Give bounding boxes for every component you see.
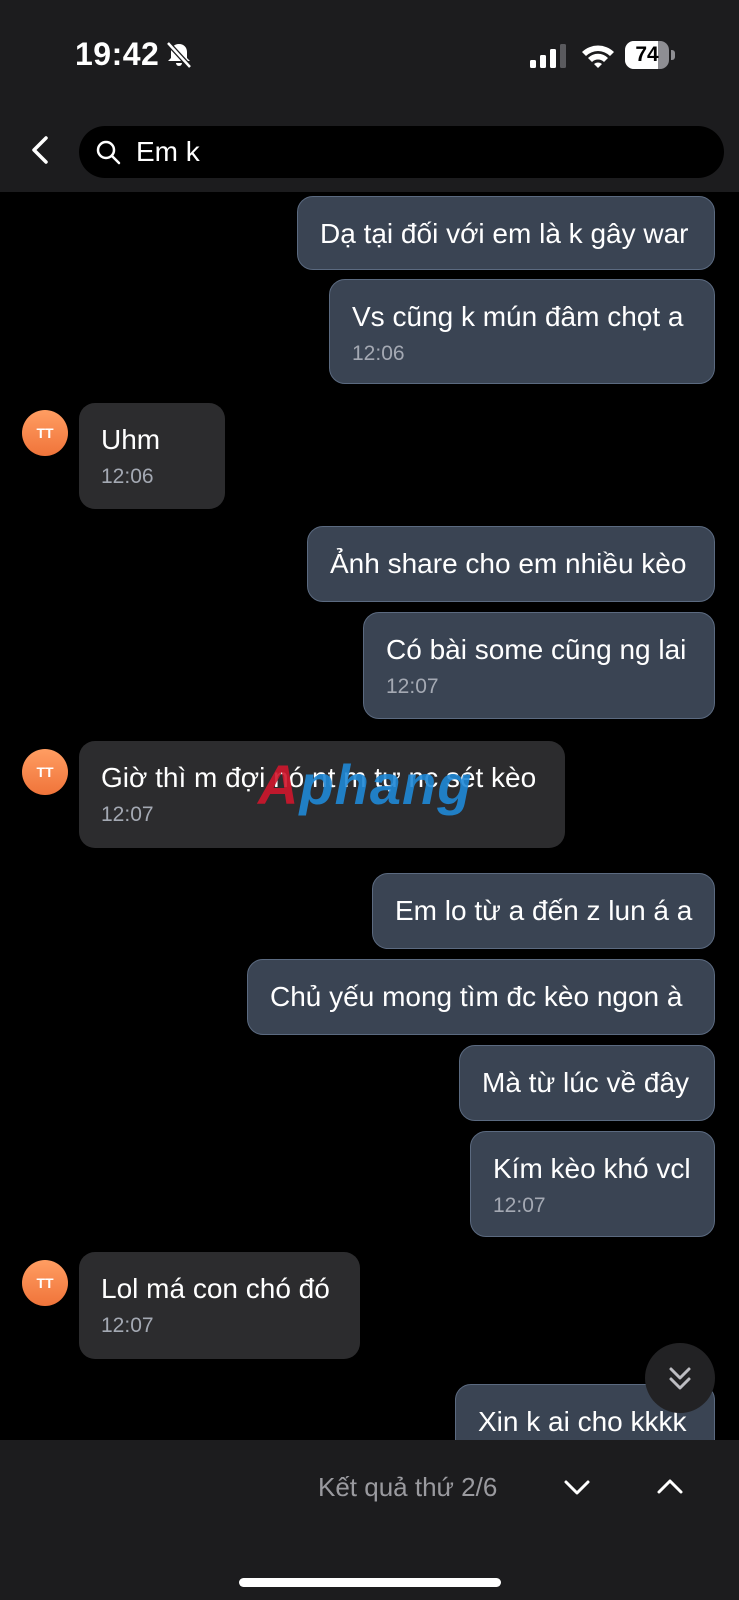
message-bubble-outgoing[interactable]: Kím kèo khó vcl 12:07	[470, 1131, 715, 1237]
message-time: 12:06	[352, 342, 405, 365]
double-chevron-down-icon	[669, 1367, 691, 1390]
chevron-down-icon[interactable]	[562, 1476, 592, 1500]
message-bubble-incoming[interactable]: Lol má con chó đó 12:07	[79, 1252, 360, 1359]
chevron-left-icon[interactable]	[24, 130, 58, 170]
message-time: 12:07	[101, 803, 154, 826]
message-text: Lol má con chó đó	[101, 1273, 330, 1304]
bell-slash-icon	[166, 41, 192, 69]
search-query[interactable]: Em k	[136, 136, 200, 168]
status-time: 19:42	[75, 36, 160, 72]
message-bubble-outgoing[interactable]: Vs cũng k mún đâm chọt a 12:06	[329, 279, 715, 384]
wifi-icon	[582, 45, 614, 68]
message-text: Chủ yếu mong tìm đc kèo ngon à	[270, 981, 683, 1012]
message-time: 12:07	[101, 1314, 154, 1337]
search-header: Em k	[0, 110, 739, 192]
message-bubble-outgoing[interactable]: Dạ tại đối với em là k gây war	[297, 196, 715, 270]
search-results-bar: Kết quả thứ 2/6	[0, 1440, 739, 1600]
search-input[interactable]: Em k	[79, 126, 724, 178]
battery-indicator: 74	[625, 41, 675, 69]
result-counter: Kết quả thứ 2/6	[318, 1472, 498, 1502]
chevron-up-icon[interactable]	[655, 1474, 685, 1498]
message-time: 12:07	[493, 1194, 546, 1217]
avatar[interactable]: TT	[22, 749, 68, 795]
message-bubble-outgoing[interactable]: Em lo từ a đến z lun á a	[372, 873, 715, 949]
message-list[interactable]: Dạ tại đối với em là k gây war Vs cũng k…	[0, 192, 739, 1440]
avatar[interactable]: TT	[22, 1260, 68, 1306]
message-text: Vs cũng k mún đâm chọt a	[352, 301, 684, 332]
message-time: 12:07	[386, 675, 439, 698]
message-text: Uhm	[101, 424, 161, 455]
message-text: Ảnh share cho em nhiều kèo	[330, 548, 687, 579]
message-bubble-incoming[interactable]: Giờ thì m đợi nó nt m tự nc sét kèo 12:0…	[79, 741, 565, 848]
home-indicator	[239, 1578, 501, 1587]
message-bubble-outgoing[interactable]: Có bài some cũng ng lai 12:07	[363, 612, 715, 719]
message-text: Em lo từ a đến z lun á a	[395, 895, 693, 926]
search-icon	[96, 140, 121, 165]
message-bubble-outgoing[interactable]: Mà từ lúc về đây	[459, 1045, 715, 1121]
message-text: Dạ tại đối với em là k gây war	[320, 218, 689, 249]
battery-percent: 74	[635, 43, 659, 66]
message-text: Có bài some cũng ng lai	[386, 634, 687, 665]
message-text: Kím kèo khó vcl	[493, 1153, 691, 1184]
scroll-to-bottom-button[interactable]	[645, 1343, 715, 1413]
message-time: 12:06	[101, 465, 154, 488]
message-text: Giờ thì m đợi nó nt m tự nc sét kèo	[101, 762, 537, 793]
message-bubble-outgoing[interactable]: Chủ yếu mong tìm đc kèo ngon à	[247, 959, 715, 1035]
cellular-signal-icon	[530, 44, 566, 68]
message-bubble-outgoing[interactable]: Ảnh share cho em nhiều kèo	[307, 526, 715, 602]
message-text: Mà từ lúc về đây	[482, 1067, 690, 1098]
status-bar: 19:42 74	[0, 0, 739, 110]
avatar[interactable]: TT	[22, 410, 68, 456]
message-bubble-incoming[interactable]: Uhm 12:06	[79, 403, 225, 509]
